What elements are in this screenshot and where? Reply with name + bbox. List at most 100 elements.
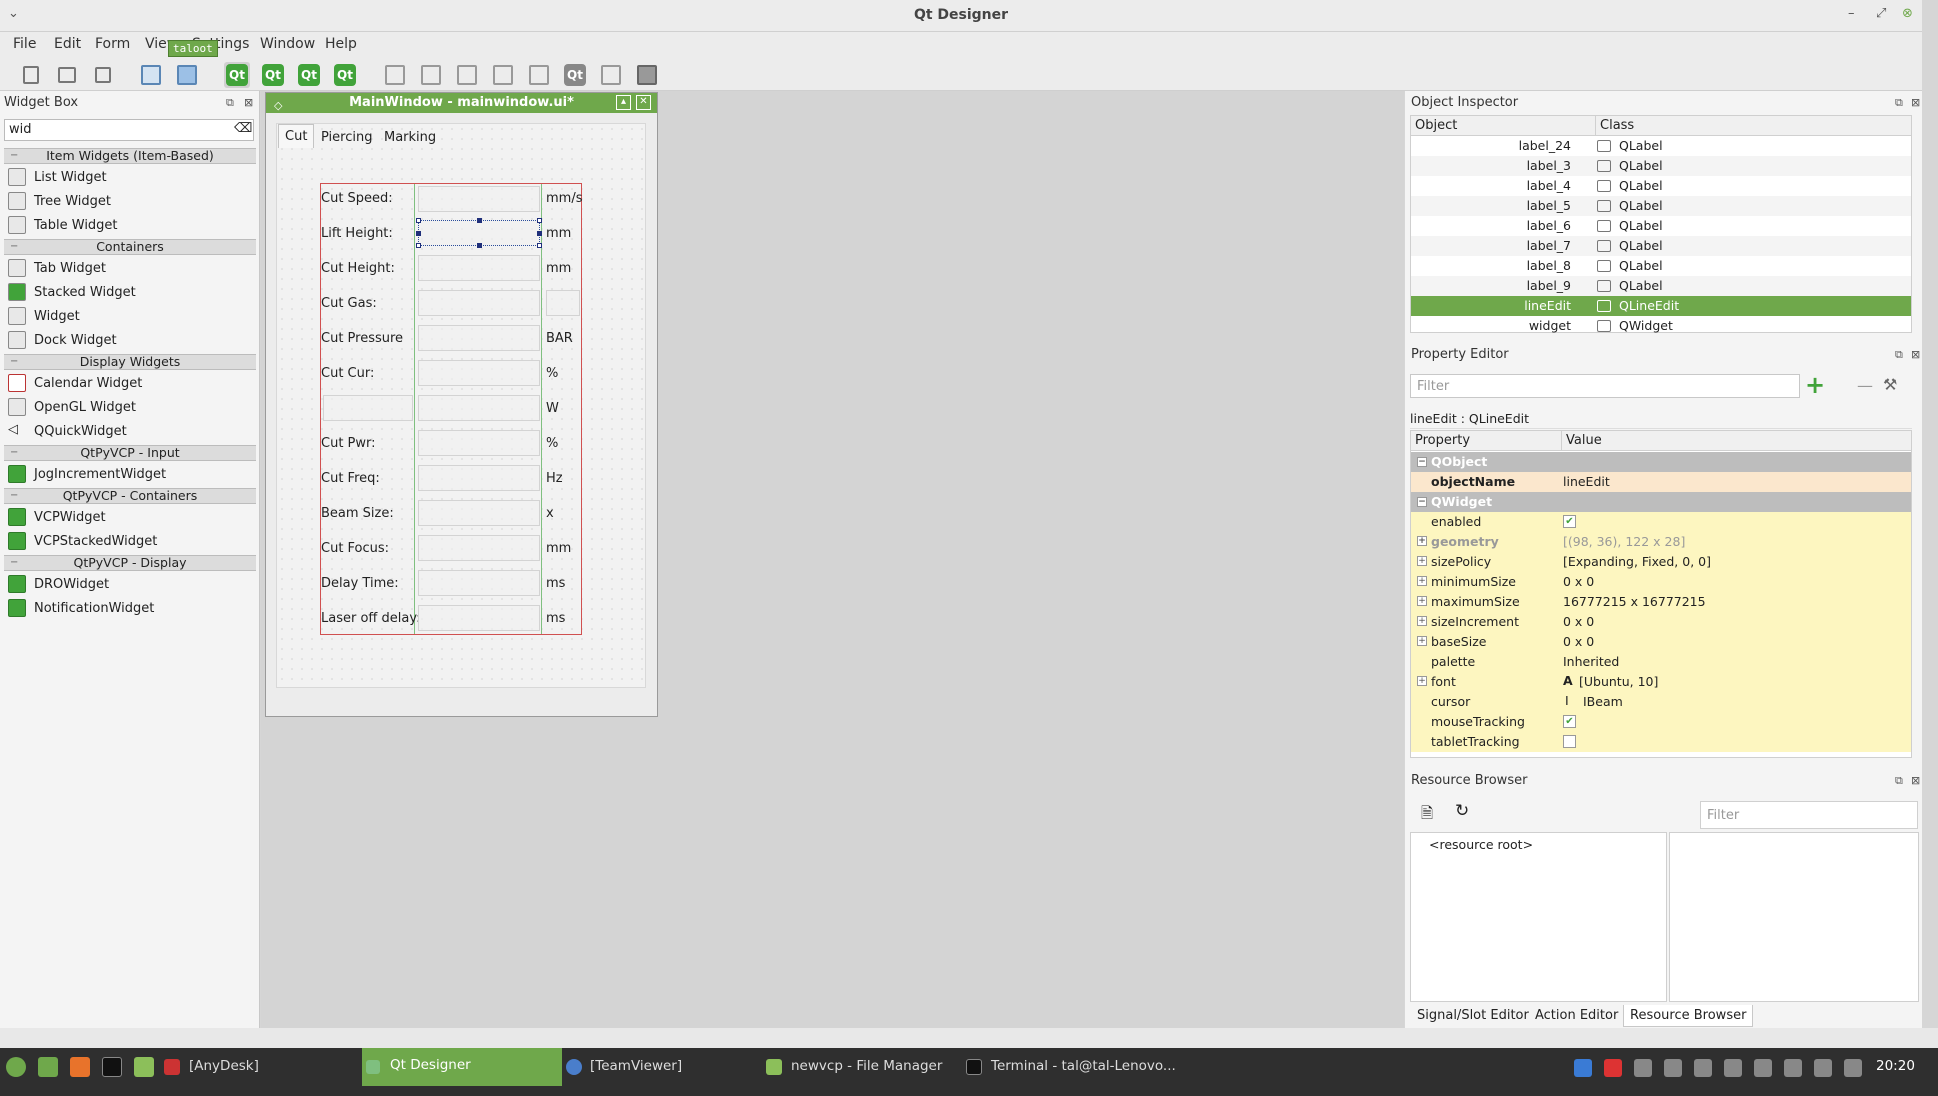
- widget-dro[interactable]: DROWidget: [8, 573, 109, 595]
- tree-row[interactable]: label_3 QLabel: [1411, 156, 1911, 176]
- label-delay-time[interactable]: Delay Time:: [321, 576, 399, 591]
- prop-enabled[interactable]: enabled ✔: [1411, 512, 1911, 532]
- unit-cut-cur[interactable]: %: [546, 366, 558, 381]
- lineedit-cut-speed[interactable]: [418, 186, 540, 212]
- nvidia-icon[interactable]: [1784, 1059, 1802, 1077]
- edit-buddies-icon[interactable]: Qt: [296, 62, 322, 88]
- wifi-icon[interactable]: [1724, 1059, 1742, 1077]
- break-layout-icon[interactable]: [598, 62, 624, 88]
- category-qtpyvcp-display[interactable]: − QtPyVCP - Display: [4, 555, 256, 571]
- volume-icon[interactable]: [1844, 1059, 1862, 1077]
- maximize-icon[interactable]: ⤢: [1876, 6, 1886, 21]
- prop-basesize[interactable]: + baseSize 0 x 0: [1411, 632, 1911, 652]
- tree-row-selected[interactable]: lineEdit QLineEdit: [1411, 296, 1911, 316]
- column-property[interactable]: Property: [1411, 431, 1561, 451]
- edit-resources-icon[interactable]: 🗎: [1421, 803, 1433, 828]
- float-icon[interactable]: ⧉: [1895, 348, 1903, 362]
- float-icon[interactable]: ⧉: [1895, 774, 1903, 788]
- tablettracking-checkbox[interactable]: [1563, 735, 1576, 748]
- menu-window[interactable]: Window: [260, 36, 315, 52]
- unit-delay-time[interactable]: ms: [546, 576, 565, 591]
- category-item-widgets[interactable]: − Item Widgets (Item-Based): [4, 148, 256, 164]
- configure-icon[interactable]: ⚒: [1883, 375, 1897, 394]
- prop-palette[interactable]: palette Inherited: [1411, 652, 1911, 672]
- field-power-label[interactable]: [323, 395, 413, 421]
- label-beam-size[interactable]: Beam Size:: [321, 506, 394, 521]
- layout-form-icon[interactable]: Qt: [562, 62, 588, 88]
- tree-row[interactable]: label_8 QLabel: [1411, 256, 1911, 276]
- edit-signals-slots-icon[interactable]: Qt: [260, 62, 286, 88]
- column-class[interactable]: Class: [1595, 116, 1911, 136]
- unit-lift-height[interactable]: mm: [546, 226, 571, 241]
- prop-objectname[interactable]: objectName lineEdit: [1411, 472, 1911, 492]
- task-terminal[interactable]: Terminal - tal@tal-Lenovo...: [991, 1058, 1176, 1074]
- widget-opengl[interactable]: OpenGL Widget: [8, 396, 136, 418]
- group-qwidget[interactable]: − QWidget: [1411, 492, 1911, 512]
- label-cut-gas[interactable]: Cut Gas:: [321, 296, 377, 311]
- unit-cut-speed[interactable]: mm/s: [546, 191, 582, 206]
- layout-vertical-icon[interactable]: [418, 62, 444, 88]
- widget-tab[interactable]: Tab Widget: [8, 257, 106, 279]
- shield-icon[interactable]: [1694, 1059, 1712, 1077]
- tab-resource-browser[interactable]: Resource Browser: [1623, 1005, 1754, 1027]
- prop-mousetracking[interactable]: mouseTracking ✔: [1411, 712, 1911, 732]
- menu-form[interactable]: Form: [95, 36, 130, 52]
- column-object[interactable]: Object: [1411, 116, 1595, 136]
- task-teamviewer[interactable]: [TeamViewer]: [590, 1058, 682, 1074]
- unit-beam-size[interactable]: x: [546, 506, 554, 521]
- save-form-icon[interactable]: [90, 62, 116, 88]
- menu-help[interactable]: Help: [325, 36, 357, 52]
- combobox-cut-gas[interactable]: [418, 290, 540, 316]
- lineedit-cut-freq[interactable]: [418, 465, 540, 491]
- form-title-bar[interactable]: ◇ MainWindow - mainwindow.ui* ▴ ✕: [266, 93, 657, 113]
- label-cut-freq[interactable]: Cut Freq:: [321, 471, 380, 486]
- prop-sizepolicy[interactable]: + sizePolicy [Expanding, Fixed, 0, 0]: [1411, 552, 1911, 572]
- menu-file[interactable]: File: [13, 36, 36, 52]
- label-lift-height[interactable]: Lift Height:: [321, 226, 393, 241]
- tree-row[interactable]: label_6 QLabel: [1411, 216, 1911, 236]
- tree-row[interactable]: label_24 QLabel: [1411, 136, 1911, 156]
- minimize-icon[interactable]: –: [1848, 6, 1855, 21]
- prop-cursor[interactable]: cursor I IBeam: [1411, 692, 1911, 712]
- layout-splitter-h-icon[interactable]: [454, 62, 480, 88]
- widget-filter-input[interactable]: wid: [4, 119, 254, 141]
- tab-cut[interactable]: Cut: [278, 124, 315, 148]
- widget-jog-increment[interactable]: JogIncrementWidget: [8, 463, 166, 485]
- notification-bell-icon[interactable]: [1634, 1059, 1652, 1077]
- terminal-launcher-icon[interactable]: [102, 1057, 122, 1077]
- remove-property-icon[interactable]: —: [1857, 376, 1873, 395]
- column-value[interactable]: Value: [1561, 431, 1911, 451]
- task-anydesk[interactable]: [AnyDesk]: [189, 1058, 259, 1074]
- close-pane-icon[interactable]: ⊠: [244, 96, 253, 109]
- new-form-icon[interactable]: [18, 62, 44, 88]
- widget-widget[interactable]: Widget: [8, 305, 80, 327]
- lineedit-cut-cur[interactable]: [418, 360, 540, 386]
- form-close-icon[interactable]: ✕: [636, 95, 651, 110]
- resource-root[interactable]: <resource root>: [1429, 837, 1533, 852]
- firefox-icon[interactable]: [70, 1057, 90, 1077]
- close-pane-icon[interactable]: ⊠: [1911, 774, 1920, 787]
- add-property-icon[interactable]: +: [1805, 371, 1825, 399]
- category-display-widgets[interactable]: − Display Widgets: [4, 354, 256, 370]
- prop-tablettracking[interactable]: tabletTracking: [1411, 732, 1911, 752]
- widget-calendar[interactable]: Calendar Widget: [8, 372, 142, 394]
- prop-maximumsize[interactable]: + maximumSize 16777215 x 16777215: [1411, 592, 1911, 612]
- label-cut-cur[interactable]: Cut Cur:: [321, 366, 374, 381]
- mousetracking-checkbox[interactable]: ✔: [1563, 715, 1576, 728]
- label-cut-height[interactable]: Cut Height:: [321, 261, 395, 276]
- tab-signal-slot-editor[interactable]: Signal/Slot Editor: [1411, 1005, 1535, 1026]
- teamviewer-tray-icon[interactable]: [1574, 1059, 1592, 1077]
- prop-sizeincrement[interactable]: + sizeIncrement 0 x 0: [1411, 612, 1911, 632]
- show-desktop-icon[interactable]: [38, 1057, 58, 1077]
- category-qtpyvcp-input[interactable]: − QtPyVCP - Input: [4, 445, 256, 461]
- resource-list[interactable]: [1669, 832, 1919, 1002]
- bluetooth-icon[interactable]: [1664, 1059, 1682, 1077]
- widget-qquick[interactable]: ◁ QQuickWidget: [8, 420, 127, 442]
- widget-stacked[interactable]: Stacked Widget: [8, 281, 136, 303]
- enabled-checkbox[interactable]: ✔: [1563, 515, 1576, 528]
- property-table[interactable]: Property Value − QObject objectName lineEd…: [1410, 430, 1912, 758]
- clear-filter-icon[interactable]: ⌫: [234, 121, 252, 136]
- tree-row[interactable]: label_9 QLabel: [1411, 276, 1911, 296]
- reload-icon[interactable]: ↻: [1455, 801, 1469, 821]
- unit-cut-focus[interactable]: mm: [546, 541, 571, 556]
